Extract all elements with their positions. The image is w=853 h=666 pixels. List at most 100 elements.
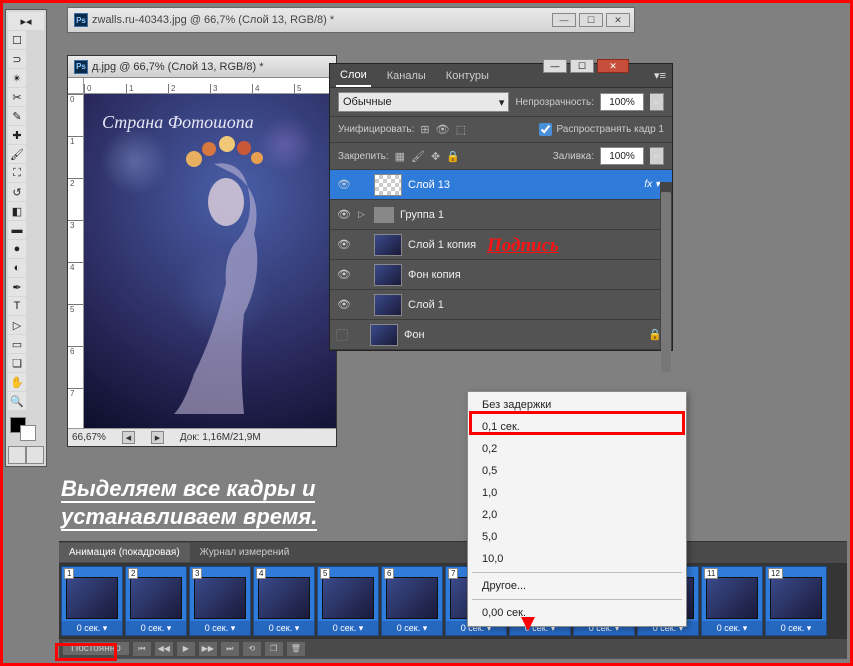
animation-frame[interactable]: 60 сек. ▾ xyxy=(381,566,443,636)
propagate-frame-checkbox[interactable]: Распространять кадр 1 xyxy=(539,123,664,136)
expand-icon[interactable]: ▷ xyxy=(358,209,368,220)
scroll-right-button[interactable]: ▶ xyxy=(151,431,164,444)
blend-mode-select[interactable]: Обычные ▾ xyxy=(338,92,509,112)
layer-thumbnail[interactable] xyxy=(370,324,398,346)
unify-visibility-icon[interactable]: 👁 xyxy=(436,123,450,136)
last-frame-button[interactable]: ⏭ xyxy=(221,642,239,656)
tab-layers[interactable]: Слои xyxy=(336,65,371,87)
blur-tool[interactable]: ● xyxy=(8,240,26,258)
frame-delay-button[interactable]: 0 сек. ▾ xyxy=(254,621,314,635)
screen-mode[interactable] xyxy=(8,446,44,464)
panel-menu-icon[interactable]: ▾≡ xyxy=(654,69,666,82)
delay-option-0-2[interactable]: 0,2 xyxy=(468,438,686,460)
layer-row[interactable]: Фон🔒 xyxy=(330,320,672,350)
layer-thumbnail[interactable] xyxy=(374,264,402,286)
delay-option-0-5[interactable]: 0,5 xyxy=(468,460,686,482)
opacity-stepper[interactable]: ▸ xyxy=(650,93,664,111)
close-button[interactable]: ✕ xyxy=(597,59,629,73)
layer-name[interactable]: Группа 1 xyxy=(400,209,666,221)
layer-row[interactable]: 👁Слой 1 xyxy=(330,290,672,320)
unify-style-icon[interactable]: ⬚ xyxy=(456,123,466,136)
frame-delay-button[interactable]: 0 сек. ▾ xyxy=(126,621,186,635)
move-tool[interactable]: ▸◂ xyxy=(8,12,44,30)
lock-all-icon[interactable]: 🔒 xyxy=(446,150,460,163)
layer-name[interactable]: Фон копия xyxy=(408,269,666,281)
tween-button[interactable]: ⟲ xyxy=(243,642,261,656)
lock-pixels-icon[interactable]: 🖌 xyxy=(411,150,425,163)
minimize-button[interactable]: — xyxy=(552,13,576,27)
layer-thumbnail[interactable] xyxy=(374,174,402,196)
stamp-tool[interactable]: ⛶ xyxy=(8,164,26,182)
delay-option-5-0[interactable]: 5,0 xyxy=(468,526,686,548)
layer-row[interactable]: 👁 ▷ Группа 1 xyxy=(330,200,672,230)
crop-tool[interactable]: ✂ xyxy=(8,88,26,106)
visibility-toggle[interactable]: 👁 xyxy=(336,178,352,191)
history-brush-tool[interactable]: ↺ xyxy=(8,183,26,201)
frame-delay-button[interactable]: 0 сек. ▾ xyxy=(766,621,826,635)
layer-name[interactable]: Слой 1 xyxy=(408,299,666,311)
delay-option-0-1[interactable]: 0,1 сек. xyxy=(468,416,686,438)
horizontal-ruler[interactable]: 012345 xyxy=(68,78,336,94)
visibility-toggle[interactable] xyxy=(336,329,348,341)
scroll-left-button[interactable]: ◀ xyxy=(122,431,135,444)
delay-option-1-0[interactable]: 1,0 xyxy=(468,482,686,504)
path-tool[interactable]: ▷ xyxy=(8,316,26,334)
animation-frame[interactable]: 110 сек. ▾ xyxy=(701,566,763,636)
zoom-level[interactable]: 66,67% xyxy=(72,432,106,443)
frame-delay-button[interactable]: 0 сек. ▾ xyxy=(190,621,250,635)
ruler-origin[interactable] xyxy=(68,78,84,94)
frame-delay-button[interactable]: 0 сек. ▾ xyxy=(318,621,378,635)
delay-current-value[interactable]: 0,00 сек. xyxy=(468,602,686,624)
brush-tool[interactable]: 🖌 xyxy=(8,145,26,163)
color-swatches[interactable] xyxy=(8,415,44,443)
first-frame-button[interactable]: ⏮ xyxy=(133,642,151,656)
zoom-tool[interactable]: 🔍 xyxy=(8,392,26,410)
eraser-tool[interactable]: ◧ xyxy=(8,202,26,220)
visibility-toggle[interactable]: 👁 xyxy=(336,238,352,251)
visibility-toggle[interactable]: 👁 xyxy=(336,208,352,221)
new-frame-button[interactable]: ❐ xyxy=(265,642,283,656)
layer-row[interactable]: 👁 Слой 13 fx ▾ xyxy=(330,170,672,200)
3d-tool[interactable]: ❏ xyxy=(8,354,26,372)
layer-row[interactable]: 👁 Фон копия xyxy=(330,260,672,290)
layer-thumbnail[interactable] xyxy=(374,294,402,316)
delay-option-none[interactable]: Без задержки xyxy=(468,394,686,416)
tab-measurement-log[interactable]: Журнал измерений xyxy=(190,543,300,562)
pen-tool[interactable]: ✒ xyxy=(8,278,26,296)
heal-tool[interactable]: ✚ xyxy=(8,126,26,144)
lock-transparency-icon[interactable]: ▦ xyxy=(395,150,405,163)
maximize-button[interactable]: ☐ xyxy=(570,59,594,73)
animation-frame[interactable]: 30 сек. ▾ xyxy=(189,566,251,636)
unify-position-icon[interactable]: ⊞ xyxy=(420,123,429,136)
delete-frame-button[interactable]: 🗑 xyxy=(287,642,305,656)
animation-frame[interactable]: 120 сек. ▾ xyxy=(765,566,827,636)
frame-delay-button[interactable]: 0 сек. ▾ xyxy=(382,621,442,635)
layer-thumbnail[interactable] xyxy=(374,207,394,223)
tab-paths[interactable]: Контуры xyxy=(442,66,493,86)
next-frame-button[interactable]: ▶▶ xyxy=(199,642,217,656)
close-button[interactable]: ✕ xyxy=(606,13,630,27)
animation-frame[interactable]: 10 сек. ▾ xyxy=(61,566,123,636)
delay-option-other[interactable]: Другое... xyxy=(468,575,686,597)
layers-scrollbar[interactable] xyxy=(660,182,672,350)
lock-position-icon[interactable]: ✥ xyxy=(431,150,440,163)
dodge-tool[interactable]: ◐ xyxy=(8,259,26,277)
layer-name[interactable]: Фон xyxy=(404,329,642,341)
document-window-1-titlebar[interactable]: Ps zwalls.ru-40343.jpg @ 66,7% (Слой 13,… xyxy=(67,7,635,33)
play-button[interactable]: ▶ xyxy=(177,642,195,656)
document-window-2-titlebar[interactable]: Ps д.jpg @ 66,7% (Слой 13, RGB/8) * xyxy=(68,56,336,78)
visibility-toggle[interactable]: 👁 xyxy=(336,268,352,281)
layer-name[interactable]: Слой 13 xyxy=(408,179,638,191)
minimize-button[interactable]: — xyxy=(543,59,567,73)
loop-select[interactable]: Постоянно xyxy=(63,642,129,655)
fill-input[interactable]: 100% xyxy=(600,147,644,165)
background-swatch[interactable] xyxy=(20,425,36,441)
gradient-tool[interactable]: ▬ xyxy=(8,221,26,239)
prev-frame-button[interactable]: ◀◀ xyxy=(155,642,173,656)
tab-channels[interactable]: Каналы xyxy=(383,66,430,86)
layer-fx-indicator[interactable]: fx ▾ xyxy=(644,179,660,190)
canvas[interactable]: Страна Фотошопа xyxy=(84,94,336,428)
animation-frame[interactable]: 20 сек. ▾ xyxy=(125,566,187,636)
shape-tool[interactable]: ▭ xyxy=(8,335,26,353)
marquee-tool[interactable]: ☐ xyxy=(8,31,26,49)
